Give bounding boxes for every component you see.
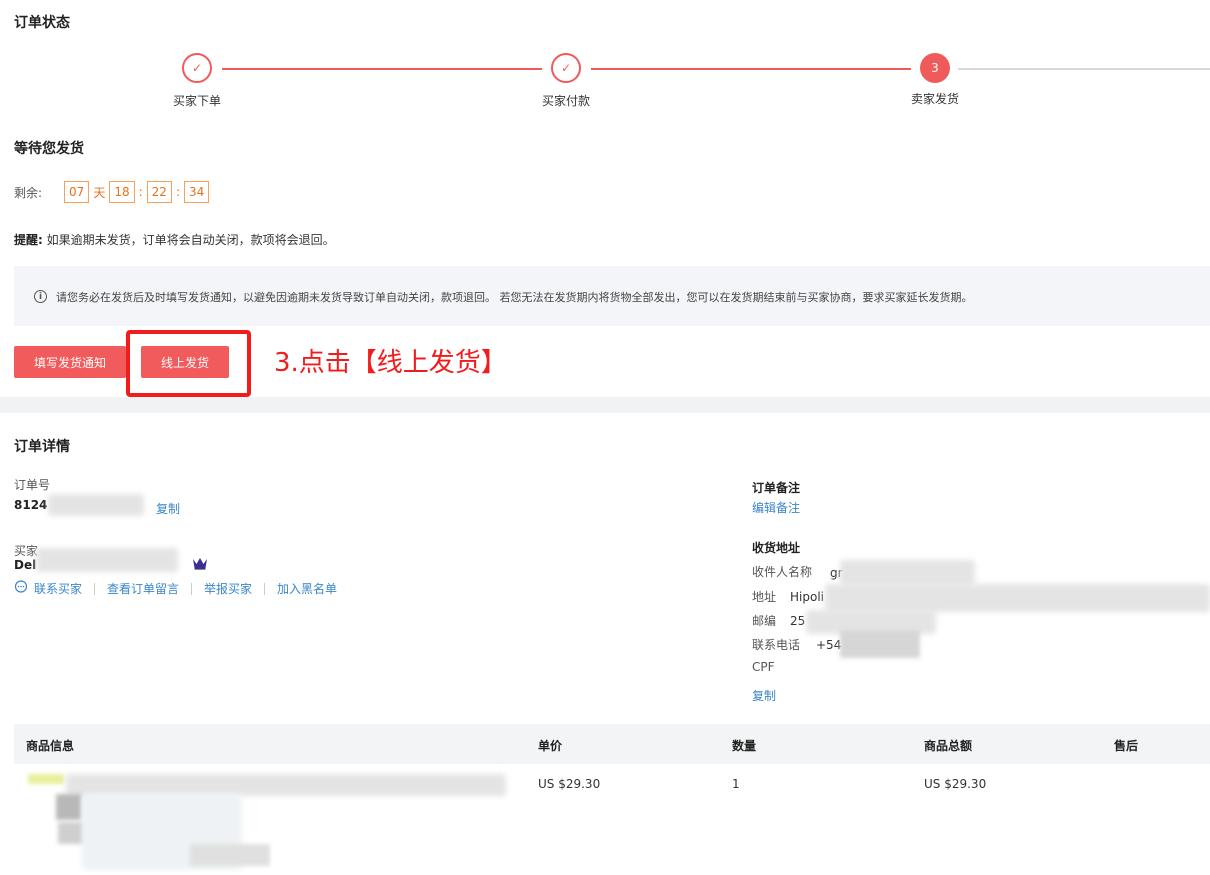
order-no-label: 订单号 bbox=[14, 478, 51, 492]
step-3-marker: 3 bbox=[920, 53, 950, 83]
remaining-label: 剩余: bbox=[14, 185, 43, 200]
zip-value: 25 bbox=[790, 614, 806, 628]
order-detail-title: 订单详情 bbox=[14, 439, 70, 455]
reminder-label: 提醒: bbox=[14, 233, 43, 247]
zip-label: 邮编 bbox=[752, 614, 777, 628]
order-remark-label: 订单备注 bbox=[752, 481, 801, 495]
phone-redaction bbox=[840, 630, 920, 658]
view-order-message-link[interactable]: 查看订单留言 bbox=[107, 580, 179, 597]
edit-remark-link[interactable]: 编辑备注 bbox=[752, 499, 800, 516]
product-title-redaction bbox=[66, 774, 506, 796]
step-line-3 bbox=[958, 68, 1210, 70]
address-copy-link[interactable]: 复制 bbox=[752, 687, 776, 704]
address-value: Hipoli bbox=[790, 590, 824, 604]
notice-text: 请您务必在发货后及时填写发货通知，以避免因逾期未发货导致订单自动关闭，款项退回。… bbox=[56, 291, 973, 304]
countdown-minutes: 22 bbox=[146, 181, 172, 203]
countdown-sep: : bbox=[175, 185, 180, 199]
step-line-1 bbox=[222, 68, 542, 70]
col-after-sales: 售后 bbox=[1114, 739, 1139, 753]
chat-icon bbox=[14, 580, 28, 597]
blacklist-buyer-link[interactable]: 加入黑名单 bbox=[277, 580, 337, 597]
report-buyer-link[interactable]: 举报买家 bbox=[204, 580, 252, 597]
step-line-2 bbox=[591, 68, 911, 70]
link-separator bbox=[264, 582, 266, 595]
countdown: 剩余: 07 天 18 : 22 : 34 bbox=[14, 181, 210, 203]
table-row: US $29.30 1 US $29.30 bbox=[0, 764, 1210, 875]
step-2-label: 买家付款 bbox=[541, 94, 590, 108]
product-image-redaction bbox=[190, 844, 270, 866]
countdown-days: 07 bbox=[64, 181, 90, 203]
info-icon: i bbox=[34, 290, 47, 303]
quantity-cell: 1 bbox=[732, 777, 740, 791]
unit-price-cell: US $29.30 bbox=[538, 777, 601, 791]
countdown-seconds: 34 bbox=[184, 181, 210, 203]
crown-icon bbox=[192, 556, 208, 573]
step-1-label: 买家下单 bbox=[172, 94, 221, 108]
fill-shipping-notice-button[interactable]: 填写发货通知 bbox=[14, 346, 126, 378]
address-redaction bbox=[825, 584, 1210, 612]
online-ship-button[interactable]: 线上发货 bbox=[141, 346, 229, 378]
annotation-text: 3.点击【线上发货】 bbox=[274, 348, 507, 378]
order-status-title: 订单状态 bbox=[14, 15, 70, 31]
section-divider bbox=[0, 397, 1210, 413]
countdown-sep: : bbox=[138, 185, 143, 199]
contact-buyer-link[interactable]: 联系买家 bbox=[34, 580, 82, 597]
waiting-title: 等待您发货 bbox=[14, 141, 84, 157]
step-2-check-icon: ✓ bbox=[551, 53, 581, 83]
step-3-label: 卖家发货 bbox=[910, 92, 959, 106]
col-unit-price: 单价 bbox=[538, 739, 563, 753]
order-no-copy-link[interactable]: 复制 bbox=[156, 500, 180, 517]
link-separator bbox=[94, 582, 96, 595]
buyer-name: Del bbox=[14, 558, 37, 572]
reminder: 提醒: 如果逾期未发货，订单将会自动关闭，款项将会退回。 bbox=[14, 231, 335, 248]
countdown-days-unit: 天 bbox=[93, 185, 106, 200]
recipient-label: 收件人名称 bbox=[752, 565, 813, 579]
col-product-info: 商品信息 bbox=[26, 739, 75, 753]
phone-label: 联系电话 bbox=[752, 638, 801, 652]
order-no-value: 8124 bbox=[14, 498, 48, 512]
link-separator bbox=[191, 582, 193, 595]
product-tag-redaction bbox=[28, 774, 64, 784]
reminder-text: 如果逾期未发货，订单将会自动关闭，款项将会退回。 bbox=[46, 233, 335, 247]
col-total: 商品总额 bbox=[924, 739, 973, 753]
product-image-redaction bbox=[56, 794, 82, 820]
step-1-check-icon: ✓ bbox=[182, 53, 212, 83]
cpf-label: CPF bbox=[752, 660, 775, 674]
buyer-label: 买家 bbox=[14, 544, 39, 558]
buyer-links: 联系买家 查看订单留言 举报买家 加入黑名单 bbox=[14, 580, 337, 597]
col-quantity: 数量 bbox=[732, 739, 757, 753]
product-image-redaction bbox=[58, 822, 82, 844]
buyer-name-redaction bbox=[36, 548, 178, 572]
total-cell: US $29.30 bbox=[924, 777, 987, 791]
recipient-redaction bbox=[840, 560, 975, 586]
shipping-address-label: 收货地址 bbox=[752, 541, 801, 555]
order-no-redaction bbox=[48, 494, 144, 516]
countdown-hours: 18 bbox=[109, 181, 135, 203]
shipping-notice: i 请您务必在发货后及时填写发货通知，以避免因逾期未发货导致订单自动关闭，款项退… bbox=[14, 266, 1210, 326]
phone-value: +54 bbox=[816, 638, 842, 652]
address-label: 地址 bbox=[752, 590, 777, 604]
product-table-header: 商品信息 单价 数量 商品总额 售后 bbox=[14, 724, 1210, 764]
